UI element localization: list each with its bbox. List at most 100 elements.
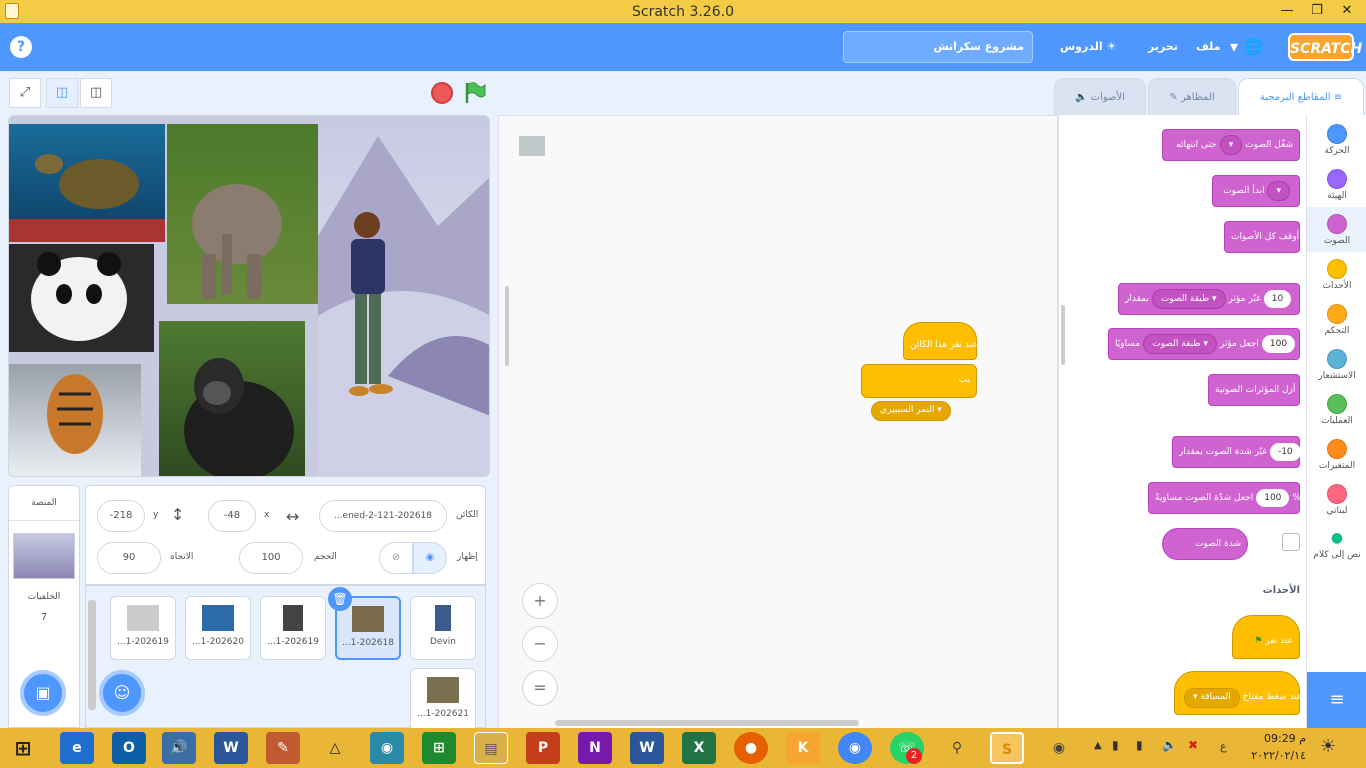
- minimize-icon[interactable]: —: [1274, 0, 1300, 22]
- word-icon[interactable]: W: [214, 732, 248, 764]
- sprite-name-input[interactable]: ...ened-2-121-202618: [319, 500, 447, 532]
- category-sensing[interactable]: الاستشعار: [1307, 342, 1366, 387]
- category-events[interactable]: الأحداث: [1307, 252, 1366, 297]
- set-sound-effect-block[interactable]: اجعل مؤثرطبقة الصوت ▾مساويًا 100: [1108, 328, 1300, 360]
- start-sound-block[interactable]: ابدأ الصوت ▾: [1212, 175, 1300, 207]
- choose-backdrop-icon[interactable]: ▣: [20, 670, 66, 716]
- volume-reporter-block[interactable]: شدة الصوت: [1162, 528, 1248, 560]
- when-key-pressed-block[interactable]: ▾ المسافة عند ضغط مفتاح: [1174, 671, 1302, 715]
- sprite-tile-202619-panda[interactable]: ...1-202619: [110, 596, 176, 660]
- stage-canvas[interactable]: [8, 115, 490, 477]
- zoom-reset-icon[interactable]: =: [522, 670, 558, 706]
- broadcast-message-dropdown[interactable]: النمر السيبيري ▾: [871, 401, 951, 421]
- devin-sprite[interactable]: [339, 211, 399, 401]
- globe-app-icon[interactable]: ◉: [370, 732, 404, 764]
- close-icon[interactable]: ✕: [1334, 0, 1360, 22]
- sprite-tile-202621[interactable]: ...1-202621: [410, 668, 476, 732]
- effect-dropdown[interactable]: طبقة الصوت ▾: [1151, 289, 1226, 309]
- sprite-tile-202619-chimp[interactable]: ...1-202619: [260, 596, 326, 660]
- word-2-icon[interactable]: W: [630, 732, 664, 764]
- category-operators[interactable]: العمليات: [1307, 387, 1366, 432]
- play-sound-until-done-block[interactable]: شغّل الصوت▾حتى انتهائه: [1162, 129, 1300, 161]
- stop-icon[interactable]: [431, 82, 453, 104]
- category-control[interactable]: التحكم: [1307, 297, 1366, 342]
- category-looks[interactable]: الهيئة: [1307, 162, 1366, 207]
- set-volume-block[interactable]: اجعل شدّة الصوت مساويةً 100%: [1148, 482, 1301, 514]
- zoom-out-icon[interactable]: −: [522, 626, 558, 662]
- tab-code[interactable]: المقاطع البرمجية ≡: [1238, 78, 1364, 115]
- firefox-icon[interactable]: ●: [734, 732, 768, 764]
- powerpoint-icon[interactable]: P: [526, 732, 560, 764]
- when-flag-clicked-block[interactable]: ⚑ عند نقر: [1232, 615, 1300, 659]
- when-this-sprite-clicked-block[interactable]: عند نقر هذا الكائن: [903, 322, 978, 360]
- file-menu[interactable]: ملف: [1196, 23, 1220, 71]
- tray-chevron-icon[interactable]: ▲: [1094, 740, 1102, 751]
- key-dropdown[interactable]: ▾ المسافة: [1184, 688, 1240, 708]
- tab-sounds[interactable]: 🔈 الأصوات: [1054, 78, 1146, 115]
- stop-all-sounds-block[interactable]: أوقف كل الأصوات: [1224, 221, 1300, 253]
- onenote-icon[interactable]: N: [578, 732, 612, 764]
- category-text-to-speech[interactable]: ● نص إلى كلام: [1307, 522, 1366, 567]
- outlook-icon[interactable]: O: [112, 732, 146, 764]
- project-name-input[interactable]: مشروع سكراتش: [843, 31, 1033, 63]
- input-language[interactable]: ع: [1220, 740, 1227, 753]
- scratch-taskbar-icon[interactable]: S: [990, 732, 1024, 764]
- tab-costumes[interactable]: ✎ المظاهر: [1148, 78, 1236, 115]
- broadcast-block[interactable]: بث النمر السيبيري ▾: [861, 364, 977, 421]
- scratch-logo[interactable]: SCRATCH: [1288, 33, 1362, 61]
- volume-monitor-checkbox[interactable]: [1282, 533, 1300, 551]
- fullscreen-icon[interactable]: ⤢: [9, 78, 41, 108]
- sprite-list-scrollbar[interactable]: [88, 600, 96, 710]
- small-stage-icon[interactable]: ◫: [46, 78, 78, 108]
- workspace-vertical-scrollbar[interactable]: [505, 286, 509, 366]
- delete-sprite-trash-icon[interactable]: 🗑: [328, 587, 352, 611]
- size-input[interactable]: 100: [239, 542, 303, 574]
- language-globe-icon[interactable]: ▾ 🌐: [1230, 23, 1264, 71]
- change-volume-block[interactable]: غيّر شدة الصوت بمقدار -10: [1172, 436, 1301, 468]
- windows-start-icon[interactable]: ⊞: [6, 732, 40, 764]
- category-my-blocks[interactable]: لبناتي: [1307, 477, 1366, 522]
- category-sound[interactable]: الصوت: [1307, 207, 1366, 252]
- internet-explorer-icon[interactable]: e: [60, 732, 94, 764]
- green-flag-icon[interactable]: [463, 81, 487, 105]
- microphone-icon[interactable]: ⚲: [940, 732, 974, 764]
- paint-tool-icon[interactable]: ✎: [266, 732, 300, 764]
- y-position-input[interactable]: -218: [97, 500, 145, 532]
- file-explorer-icon[interactable]: ▤: [474, 732, 508, 764]
- chrome-icon[interactable]: ◉: [838, 732, 872, 764]
- set-effect-value-input[interactable]: 100: [1261, 335, 1296, 353]
- restore-icon[interactable]: ❐: [1304, 0, 1330, 22]
- large-stage-icon[interactable]: ◫: [80, 78, 112, 108]
- effect-amount-input[interactable]: 10: [1263, 290, 1292, 308]
- clear-sound-effects-block[interactable]: أزل المؤثرات الصوتية: [1208, 374, 1300, 406]
- show-sprite-eye-icon[interactable]: ◉: [413, 542, 447, 574]
- set-effect-dropdown[interactable]: طبقة الصوت ▾: [1143, 334, 1217, 354]
- workspace-horizontal-scrollbar[interactable]: [555, 720, 859, 726]
- kinemaster-icon[interactable]: K: [786, 732, 820, 764]
- sprite-tile-devin[interactable]: Devin: [410, 596, 476, 660]
- set-volume-input[interactable]: 100: [1256, 489, 1290, 507]
- category-motion[interactable]: الحركة: [1307, 117, 1366, 162]
- add-extension-icon[interactable]: ≡: [1307, 672, 1366, 728]
- excel-icon[interactable]: X: [682, 732, 716, 764]
- edit-menu[interactable]: تحرير: [1148, 23, 1178, 71]
- sound-dropdown[interactable]: ▾: [1219, 135, 1243, 155]
- brightness-icon[interactable]: ☀: [1320, 736, 1336, 757]
- x-position-input[interactable]: -48: [208, 500, 256, 532]
- direction-input[interactable]: 90: [97, 542, 161, 574]
- store-icon[interactable]: ⊞: [422, 732, 456, 764]
- zoom-in-icon[interactable]: +: [522, 583, 558, 619]
- tutorials-button[interactable]: الدروس ☀: [1060, 23, 1116, 71]
- choose-sprite-cat-icon[interactable]: ☺: [99, 670, 145, 716]
- start-sound-dropdown[interactable]: ▾: [1267, 181, 1290, 201]
- hide-sprite-eye-icon[interactable]: ⊘: [379, 542, 413, 574]
- script-workspace[interactable]: عند نقر هذا الكائن بث النمر السيبيري ▾: [498, 115, 1058, 728]
- network-error-icon[interactable]: ✖: [1188, 738, 1198, 752]
- change-sound-effect-block[interactable]: غيّر مؤثرطبقة الصوت ▾بمقدار 10: [1118, 283, 1300, 315]
- paint-palette-icon[interactable]: ◉: [1042, 732, 1076, 764]
- sprite-tile-202620[interactable]: ...1-202620: [185, 596, 251, 660]
- category-variables[interactable]: المتغيرات: [1307, 432, 1366, 477]
- help-icon[interactable]: ?: [10, 36, 32, 58]
- audio-icon[interactable]: 🔊: [162, 732, 196, 764]
- change-volume-input[interactable]: -10: [1269, 443, 1301, 461]
